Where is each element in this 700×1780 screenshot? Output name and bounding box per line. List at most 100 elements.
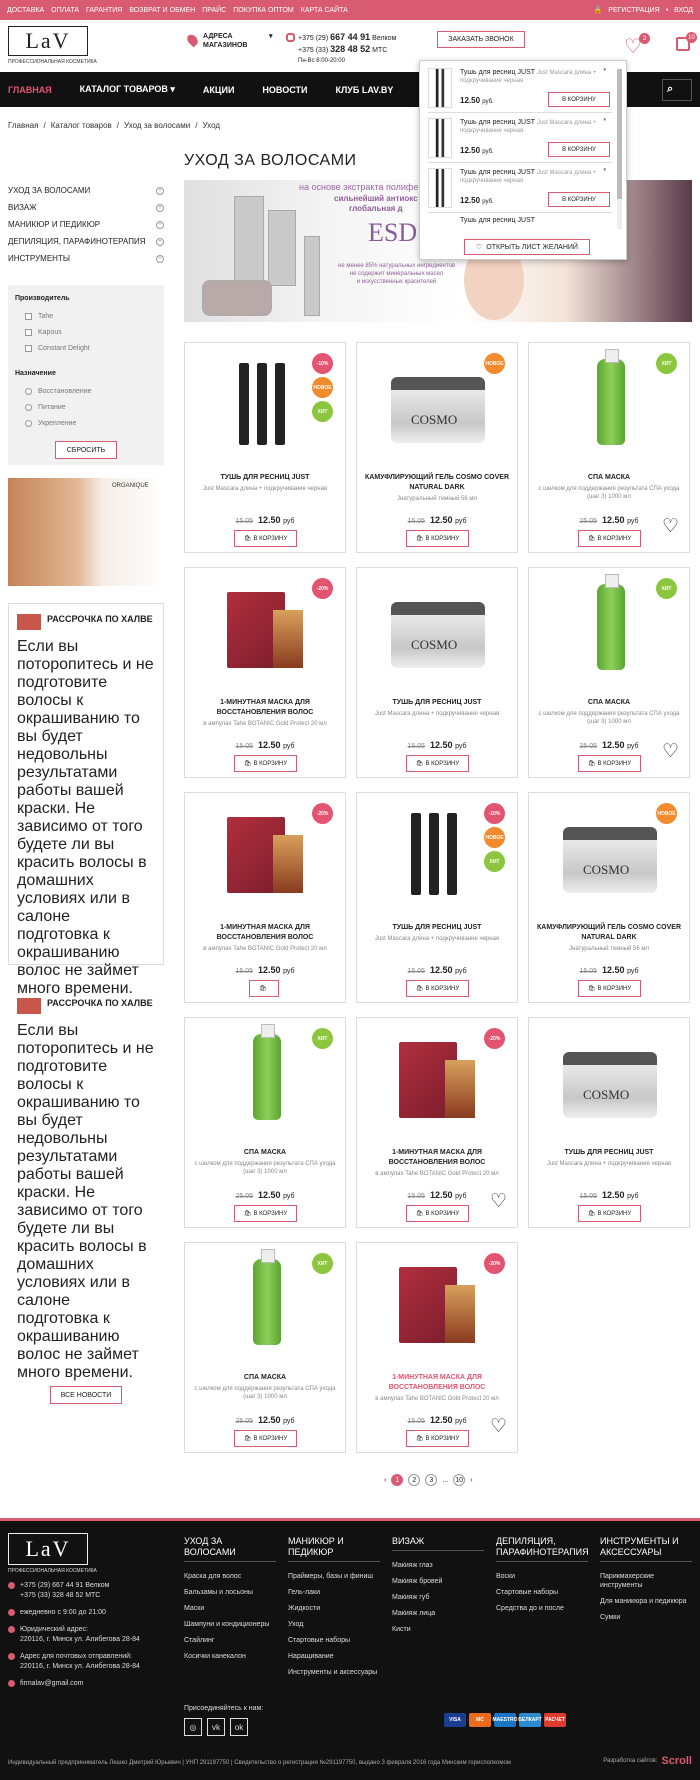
footer-link[interactable]: Бальзамы и лосьоны [184,1588,276,1597]
footer-link[interactable]: Макияж глаз [392,1561,484,1570]
product-image[interactable] [561,349,659,449]
footer-logo[interactable]: LaV [8,1533,88,1565]
footer-contact-text[interactable]: Адрес для почтовых отправлений: 220116, … [20,1652,140,1672]
crumb-hair[interactable]: Уход за волосами [124,121,190,130]
nav-sales[interactable]: АКЦИИ [189,85,249,95]
footer-link[interactable]: Краска для волос [184,1572,276,1581]
footer-contact-text[interactable]: +375 (29) 667 44 91 Велком +375 (33) 328… [20,1581,109,1601]
pagination-item[interactable]: ... [442,1477,448,1484]
plus-icon[interactable]: + [156,254,164,263]
footer-column-title[interactable]: МАНИКЮР И ПЕДИКЮР [288,1536,380,1562]
remove-item-icon[interactable]: ▾ [603,67,606,73]
add-to-cart-button[interactable]: В КОРЗИНУ [234,755,297,772]
plus-icon[interactable]: + [156,237,164,246]
product-image[interactable]: COSMO [389,357,487,449]
add-to-cart-button[interactable]: В КОРЗИНУ [234,530,297,547]
product-name[interactable]: СПА МАСКА [535,473,683,483]
add-to-cart-button[interactable]: В КОРЗИНУ [406,1430,469,1447]
wishlist-add-to-cart-button[interactable]: В КОРЗИНУ [548,192,610,207]
wishlist-heart-icon[interactable]: ♡ [662,740,679,763]
wishlist-item-name[interactable]: Тушь для ресниц JUST Just Mascara длина … [460,169,600,185]
plus-icon[interactable]: + [156,203,164,212]
product-card[interactable]: COSMO НОВОЕ КАМУФЛИРУЮЩИЙ ГЕЛЬ COSMO COVER… [528,792,690,1003]
product-image[interactable] [217,1249,315,1349]
add-to-cart-button[interactable]: В КОРЗИНУ [578,530,641,547]
product-card[interactable]: -10% НОВОЕ ХИТ ТУШЬ ДЛЯ РЕСНИЦ JUST Just Mas… [184,342,346,553]
footer-column-title[interactable]: ДЕПИЛЯЦИЯ, ПАРАФИНОТЕРАПИЯ [496,1536,589,1562]
nav-club[interactable]: КЛУБ LAV.BY [321,85,407,95]
wishlist-item-name[interactable]: Тушь для ресниц JUST Just Mascara длина … [460,69,600,85]
wishlist-item-thumbnail[interactable] [428,68,452,108]
sidebar-category[interactable]: ДЕПИЛЯЦИЯ, ПАРАФИНОТЕРАПИЯ + [8,233,164,250]
promo-banner[interactable]: ORGANIQUE [8,478,164,586]
product-name[interactable]: ТУШЬ ДЛЯ РЕСНИЦ JUST [363,698,511,708]
news-thumbnail[interactable] [17,998,41,1014]
footer-link[interactable]: Макияж лица [392,1609,484,1618]
footer-link[interactable]: Праймеры, базы и финиш [288,1572,380,1581]
nav-news[interactable]: НОВОСТИ [248,85,321,95]
add-to-cart-button[interactable] [249,980,279,997]
pagination-item[interactable]: 1 [391,1474,404,1486]
top-link[interactable]: ВОЗВРАТ И ОБМЕН [129,7,195,14]
product-image[interactable] [217,357,315,449]
news-title[interactable]: РАССРОЧКА ПО ХАЛВЕ [47,998,153,1014]
product-card[interactable]: ХИТ СПА МАСКА с шелком для поддержания рез… [184,1242,346,1453]
search-button[interactable]: ⌕ [662,79,692,101]
footer-link[interactable]: Наращивание [288,1652,380,1661]
add-to-cart-button[interactable]: В КОРЗИНУ [406,1205,469,1222]
product-card[interactable]: -20% 1-МИНУТНАЯ МАСКА ДЛЯ ВОССТАНОВЛЕНИЯ … [356,1017,518,1228]
footer-link[interactable]: Стартовые наборы [496,1588,588,1597]
sidebar-category[interactable]: ИНСТРУМЕНТЫ + [8,250,164,267]
product-image[interactable] [389,1032,487,1124]
footer-link[interactable]: Для маникюра и педикюра [600,1597,692,1606]
order-call-button[interactable]: ЗАКАЗАТЬ ЗВОНОК [437,31,525,48]
product-card[interactable]: COSMO НОВОЕ КАМУФЛИРУЮЩИЙ ГЕЛЬ COSMO COVER… [356,342,518,553]
product-name[interactable]: СПА МАСКА [191,1373,339,1383]
wishlist-scrollbar[interactable] [617,69,622,229]
add-to-cart-button[interactable]: В КОРЗИНУ [578,755,641,772]
top-link[interactable]: ГАРАНТИЯ [86,7,122,14]
product-name[interactable]: ТУШЬ ДЛЯ РЕСНИЦ JUST [191,473,339,483]
top-link[interactable]: ДОСТАВКА [7,7,44,14]
wishlist-add-to-cart-button[interactable]: В КОРЗИНУ [548,92,610,107]
top-link[interactable]: КАРТА САЙТА [301,7,348,14]
add-to-cart-button[interactable]: В КОРЗИНУ [406,755,469,772]
news-header[interactable]: РАССРОЧКА ПО ХАЛВЕ [17,614,155,630]
product-name[interactable]: СПА МАСКА [191,1148,339,1158]
filter-option[interactable]: Kapous [15,324,157,340]
product-name[interactable]: КАМУФЛИРУЮЩИЙ ГЕЛЬ COSMO COVER NATURAL D… [535,923,683,943]
footer-link[interactable]: Маски [184,1604,276,1613]
footer-link[interactable]: Парикмахерские инструменты [600,1572,692,1590]
wishlist-item-name[interactable]: Тушь для ресниц JUST Just Mascara длина … [460,119,600,135]
product-image[interactable]: COSMO [561,1032,659,1124]
wishlist-item-thumbnail[interactable] [428,118,452,158]
remove-item-icon[interactable]: ▾ [603,117,606,123]
product-card[interactable]: COSMO ТУШЬ ДЛЯ РЕСНИЦ JUST Just Mascara дл… [528,1017,690,1228]
product-card[interactable]: COSMO ТУШЬ ДЛЯ РЕСНИЦ JUST Just Mascara дл… [356,567,518,778]
footer-link[interactable]: Шампуни и кондиционеры [184,1620,276,1629]
product-name[interactable]: 1-МИНУТНАЯ МАСКА ДЛЯ ВОССТАНОВЛЕНИЯ ВОЛО… [191,923,339,943]
footer-link[interactable]: Стайлинг [184,1636,276,1645]
product-image[interactable] [217,807,315,899]
wishlist-add-to-cart-button[interactable]: В КОРЗИНУ [548,142,610,157]
product-name[interactable]: КАМУФЛИРУЮЩИЙ ГЕЛЬ COSMO COVER NATURAL D… [363,473,511,493]
product-card[interactable]: ХИТ СПА МАСКА с шелком для поддержания рез… [184,1017,346,1228]
product-name[interactable]: 1-МИНУТНАЯ МАСКА ДЛЯ ВОССТАНОВЛЕНИЯ ВОЛО… [191,698,339,718]
wishlist-heart-icon[interactable]: ♡ [490,1190,507,1213]
footer-link[interactable]: Жидкости [288,1604,380,1613]
vk-icon[interactable]: vk [207,1718,225,1736]
logo[interactable]: LaV [8,26,88,56]
footer-link[interactable]: Инструменты и аксессуары [288,1668,380,1677]
filter-option[interactable]: Питание [15,399,157,415]
checkbox[interactable] [25,344,32,352]
product-card[interactable]: -10% НОВОЕ ХИТ ТУШЬ ДЛЯ РЕСНИЦ JUST Just Mas… [356,792,518,1003]
checkbox[interactable] [25,328,32,336]
footer-link[interactable]: Макияж губ [392,1593,484,1602]
pagination-item[interactable]: ‹ [384,1477,386,1484]
product-name[interactable]: ТУШЬ ДЛЯ РЕСНИЦ JUST [535,1148,683,1158]
sidebar-category[interactable]: МАНИКЮР И ПЕДИКЮР + [8,216,164,233]
add-to-cart-button[interactable]: В КОРЗИНУ [406,530,469,547]
product-card[interactable]: -20% 1-МИНУТНАЯ МАСКА ДЛЯ ВОССТАНОВЛЕНИЯ … [184,792,346,1003]
pagination-item[interactable]: 2 [408,1474,421,1486]
add-to-cart-button[interactable]: В КОРЗИНУ [234,1205,297,1222]
